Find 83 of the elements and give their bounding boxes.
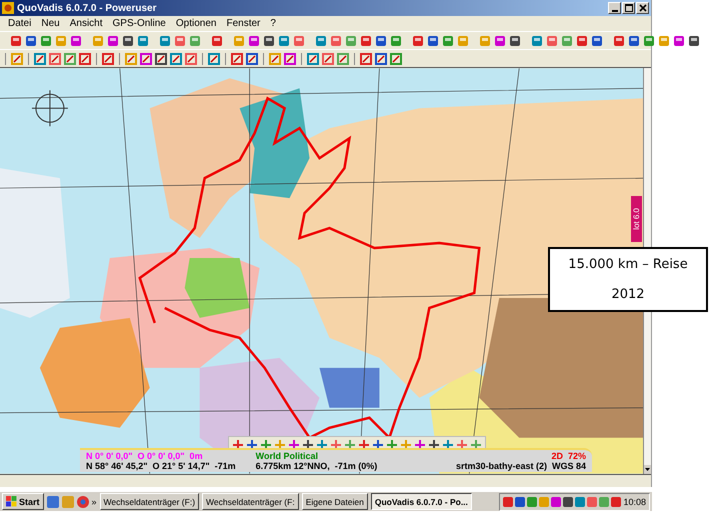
tool-icon[interactable]	[208, 52, 220, 64]
tool-icon[interactable]	[49, 52, 61, 64]
scroll-down-button[interactable]	[644, 465, 651, 474]
tool-icon[interactable]	[284, 52, 296, 64]
tool-icon[interactable]	[322, 52, 334, 64]
tool-icon[interactable]	[155, 52, 167, 64]
tool-icon[interactable]	[412, 34, 424, 46]
tool-icon[interactable]	[64, 52, 76, 64]
app-icon	[2, 2, 14, 14]
minimize-button[interactable]	[608, 2, 621, 14]
taskbar-button[interactable]: Eigene Dateien	[302, 493, 368, 510]
tool-icon[interactable]	[34, 52, 46, 64]
tool-icon[interactable]	[232, 439, 244, 451]
tool-icon[interactable]	[360, 52, 372, 64]
tool-icon[interactable]	[613, 34, 625, 46]
tool-icon[interactable]	[102, 52, 114, 64]
note-text: 15.000 km – Reise	[568, 256, 688, 272]
menu-item[interactable]: Datei	[8, 18, 32, 29]
tool-icon[interactable]	[688, 34, 700, 46]
tool-icon[interactable]	[246, 439, 258, 451]
tool-icon[interactable]	[122, 34, 134, 46]
tool-icon[interactable]	[170, 52, 182, 64]
tool-icon[interactable]	[673, 34, 685, 46]
tool-icon[interactable]	[302, 439, 314, 451]
tool-icon[interactable]	[307, 52, 319, 64]
menu-item[interactable]: Optionen	[176, 18, 216, 29]
tool-icon[interactable]	[11, 52, 23, 64]
menu-item[interactable]: Fenster	[226, 18, 260, 29]
tool-icon[interactable]	[185, 52, 197, 64]
tool-icon[interactable]	[428, 439, 440, 451]
tool-icon[interactable]	[79, 52, 91, 64]
maximize-button[interactable]	[622, 2, 635, 14]
tool-icon[interactable]	[10, 34, 22, 46]
position-coordinates: N 58° 46' 45,2" O 21° 5' 14,7" -71m	[86, 461, 236, 471]
cursor-coordinates: N 0° 0' 0,0" O 0° 0' 0,0" 0m	[86, 451, 204, 461]
menu-item[interactable]: ?	[270, 18, 276, 29]
tool-icon[interactable]	[509, 34, 521, 46]
close-button[interactable]	[636, 2, 649, 14]
taskbar-button[interactable]: Wechseldatenträger (F:	[202, 493, 299, 510]
menu-item[interactable]: Neu	[41, 18, 60, 29]
start-button[interactable]: Start	[2, 493, 44, 510]
tool-icon[interactable]	[375, 52, 387, 64]
tool-icon[interactable]	[358, 439, 370, 451]
tool-icon[interactable]	[375, 34, 387, 46]
distance-readout: 6.775km 12°NNO, -71m (0%)	[256, 461, 378, 471]
tool-icon[interactable]	[372, 439, 384, 451]
tool-icon[interactable]	[591, 34, 603, 46]
tool-icon[interactable]	[390, 52, 402, 64]
taskbar-button[interactable]: Wechseldatenträger (F:)	[100, 493, 200, 510]
clock: 10:08	[623, 496, 646, 506]
tool-icon[interactable]	[427, 34, 439, 46]
tool-icon[interactable]	[231, 52, 243, 64]
map-name: World Political	[256, 451, 319, 461]
side-tab[interactable]: lot 6.0	[631, 196, 642, 242]
menu-item[interactable]: Ansicht	[70, 18, 103, 29]
menu-item[interactable]: GPS-Online	[112, 18, 166, 29]
maximize-icon	[624, 4, 632, 12]
windows-flag-icon	[6, 496, 17, 507]
tray-icon[interactable]	[575, 496, 586, 506]
note-text: 2012	[611, 287, 645, 302]
tool-icon[interactable]	[140, 52, 152, 64]
tray-icon[interactable]	[611, 496, 622, 506]
window-title: QuoVadis 6.0.7.0 - Poweruser	[17, 2, 158, 14]
tray-icon[interactable]	[563, 496, 574, 506]
tool-icon[interactable]	[263, 34, 275, 46]
taskbar-button[interactable]: QuoVadis 6.0.7.0 - Po...	[370, 493, 472, 510]
quick-launch-icon[interactable]	[46, 496, 59, 508]
layer-name: srtm30-bathy-east (2) WGS 84	[456, 461, 586, 471]
tool-icon[interactable]	[25, 34, 37, 46]
tool-icon[interactable]	[628, 34, 640, 46]
tool-icon[interactable]	[125, 52, 137, 64]
view-mode: 2D 72%	[551, 451, 586, 461]
tool-icon[interactable]	[576, 34, 588, 46]
tray-icon[interactable]	[551, 496, 562, 506]
tray-icon[interactable]	[515, 496, 526, 506]
tool-icon[interactable]	[246, 52, 258, 64]
tray-icon[interactable]	[503, 496, 514, 506]
close-icon	[638, 4, 646, 12]
tool-icon[interactable]	[211, 34, 223, 46]
tool-icon[interactable]	[269, 52, 281, 64]
overflow-chevron[interactable]: »	[92, 496, 97, 506]
tool-icon[interactable]	[360, 34, 372, 46]
tool-icon[interactable]	[337, 52, 349, 64]
